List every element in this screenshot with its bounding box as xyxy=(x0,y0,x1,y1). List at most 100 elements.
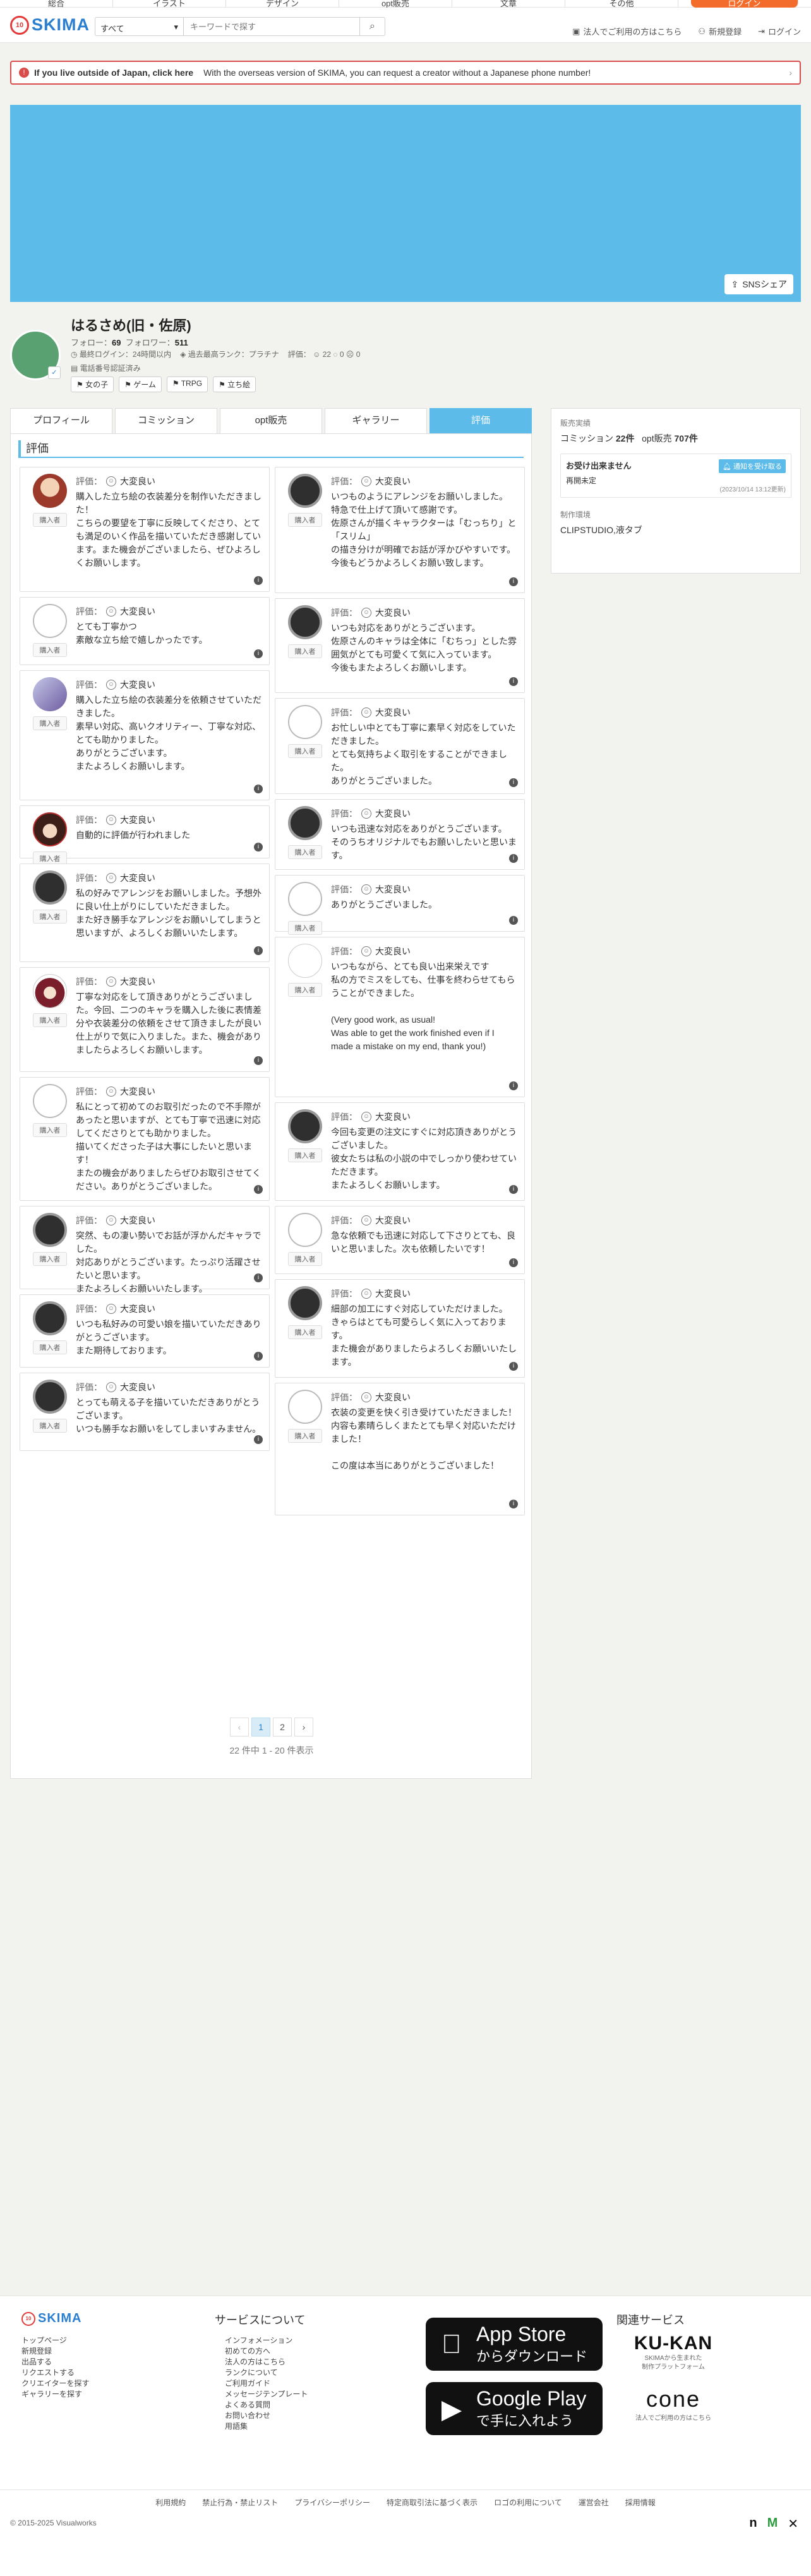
tab-reviews[interactable]: 評価 xyxy=(430,408,532,433)
info-icon[interactable]: i xyxy=(254,1056,263,1065)
search-input[interactable] xyxy=(184,18,359,35)
legal-link[interactable]: プライバシーポリシー xyxy=(294,2497,370,2508)
reviewer-avatar[interactable] xyxy=(33,1301,67,1335)
footer-link[interactable]: 出品する xyxy=(21,2357,90,2368)
nav-design[interactable]: デザイン xyxy=(226,0,339,8)
footer-link[interactable]: お問い合わせ xyxy=(225,2410,308,2421)
info-icon[interactable]: i xyxy=(254,649,263,658)
reviewer-avatar[interactable] xyxy=(288,705,322,739)
info-icon[interactable]: i xyxy=(509,778,518,787)
info-icon[interactable]: i xyxy=(509,577,518,586)
reviewer-avatar[interactable] xyxy=(33,1213,67,1247)
legal-link[interactable]: 採用情報 xyxy=(625,2497,656,2508)
register-link[interactable]: ⚇ 新規登録 xyxy=(698,25,742,37)
reviewer-avatar[interactable] xyxy=(33,474,67,508)
overseas-notice-banner[interactable]: ! If you live outside of Japan, click he… xyxy=(10,61,801,85)
pixiv-icon[interactable]: M xyxy=(767,2516,778,2532)
legal-link[interactable]: 運営会社 xyxy=(579,2497,609,2508)
tag[interactable]: ⚑ ゲーム xyxy=(119,376,162,392)
info-icon[interactable]: i xyxy=(509,916,518,925)
tab-profile[interactable]: プロフィール xyxy=(10,408,112,433)
app-store-button[interactable]:  App Storeからダウンロード xyxy=(426,2318,603,2371)
legal-link[interactable]: ロゴの利用について xyxy=(494,2497,562,2508)
footer-link[interactable]: ランクについて xyxy=(225,2368,308,2378)
corporate-link[interactable]: ▣ 法人でご利用の方はこちら xyxy=(572,25,682,37)
reviewer-avatar[interactable] xyxy=(33,812,67,846)
nav-illust[interactable]: イラスト xyxy=(113,0,226,8)
footer-link[interactable]: よくある質問 xyxy=(225,2400,308,2410)
reviewer-avatar[interactable] xyxy=(288,474,322,508)
follower-count[interactable]: 511 xyxy=(175,338,188,347)
info-icon[interactable]: i xyxy=(254,1435,263,1444)
search-button[interactable]: ⌕ xyxy=(359,18,385,35)
info-icon[interactable]: i xyxy=(509,1362,518,1371)
footer-link[interactable]: 用語集 xyxy=(225,2421,308,2432)
tab-commission[interactable]: コミッション xyxy=(115,408,217,433)
login-link[interactable]: ⇥ ログイン xyxy=(758,25,801,37)
ku-kan-link[interactable]: KU-KAN SKIMAから生まれた 制作プラットフォーム xyxy=(630,2333,716,2372)
info-icon[interactable]: i xyxy=(254,843,263,852)
info-icon[interactable]: i xyxy=(254,576,263,585)
footer-link[interactable]: クリエイターを探す xyxy=(21,2378,90,2389)
reviewer-avatar[interactable] xyxy=(33,604,67,638)
tag[interactable]: ⚑ 立ち絵 xyxy=(213,376,256,392)
info-icon[interactable]: i xyxy=(509,854,518,863)
sns-share-button[interactable]: ⇪ SNSシェア xyxy=(724,274,793,294)
tag[interactable]: ⚑ 女の子 xyxy=(71,376,114,392)
search-category-select[interactable]: すべて ▾ xyxy=(95,18,184,35)
reviewer-avatar[interactable] xyxy=(288,944,322,978)
reviewer-avatar[interactable] xyxy=(288,1109,322,1143)
tag[interactable]: ⚑ TRPG xyxy=(166,376,208,392)
footer-link[interactable]: ギャラリーを探す xyxy=(21,2389,90,2400)
info-icon[interactable]: i xyxy=(509,1185,518,1194)
footer-link[interactable]: ご利用ガイド xyxy=(225,2378,308,2389)
nav-writing[interactable]: 文章 xyxy=(452,0,565,8)
reviewer-avatar[interactable] xyxy=(288,1213,322,1247)
legal-link[interactable]: 特定商取引法に基づく表示 xyxy=(387,2497,478,2508)
follow-count[interactable]: 69 xyxy=(112,338,121,347)
info-icon[interactable]: i xyxy=(254,785,263,793)
nav-all[interactable]: 総合 xyxy=(0,0,113,8)
info-icon[interactable]: i xyxy=(509,1258,518,1267)
reviewer-avatar[interactable] xyxy=(288,605,322,639)
reviewer-avatar[interactable] xyxy=(288,1286,322,1320)
reviewer-avatar[interactable] xyxy=(288,882,322,916)
reviewer-avatar[interactable] xyxy=(33,1084,67,1118)
footer-link[interactable]: メッセージテンプレート xyxy=(225,2389,308,2400)
footer-link[interactable]: 法人の方はこちら xyxy=(225,2357,308,2368)
info-icon[interactable]: i xyxy=(509,677,518,686)
footer-link[interactable]: インフォメーション xyxy=(225,2335,308,2346)
legal-link[interactable]: 禁止行為・禁止リスト xyxy=(202,2497,278,2508)
skima-logo[interactable]: 10 SKIMA xyxy=(10,15,90,35)
tab-gallery[interactable]: ギャラリー xyxy=(325,408,427,433)
reviewer-avatar[interactable] xyxy=(288,806,322,840)
info-icon[interactable]: i xyxy=(254,1273,263,1282)
footer-logo[interactable]: 10 SKIMA xyxy=(21,2311,81,2326)
notify-button[interactable]: 🔔︎ 通知を受け取る xyxy=(718,459,786,473)
footer-link[interactable]: トップページ xyxy=(21,2335,90,2346)
google-play-button[interactable]: ▶ Google Play で手に入れよう xyxy=(426,2382,603,2435)
footer-link[interactable]: 新規登録 xyxy=(21,2346,90,2357)
info-icon[interactable]: i xyxy=(254,1352,263,1361)
info-icon[interactable]: i xyxy=(509,1081,518,1090)
info-icon[interactable]: i xyxy=(509,1500,518,1508)
page-1-button[interactable]: 1 xyxy=(251,1718,270,1736)
cone-link[interactable]: cone 法人でご利用の方はこちら xyxy=(630,2386,716,2422)
prev-page-button[interactable]: ‹ xyxy=(230,1718,249,1736)
tab-opt[interactable]: opt販売 xyxy=(220,408,322,433)
nav-other[interactable]: その他 xyxy=(565,0,678,8)
nav-opt[interactable]: opt販売 xyxy=(339,0,452,8)
nav-login-cta[interactable]: ログイン xyxy=(691,0,798,8)
legal-link[interactable]: 利用規約 xyxy=(155,2497,186,2508)
x-icon[interactable]: ✕ xyxy=(788,2516,798,2532)
reviewer-avatar[interactable] xyxy=(33,677,67,711)
note-icon[interactable]: n xyxy=(749,2516,757,2532)
page-2-button[interactable]: 2 xyxy=(273,1718,292,1736)
reviewer-avatar[interactable] xyxy=(33,870,67,905)
reviewer-avatar[interactable] xyxy=(33,974,67,1008)
next-page-button[interactable]: › xyxy=(294,1718,313,1736)
reviewer-avatar[interactable] xyxy=(33,1380,67,1414)
footer-link[interactable]: リクエストする xyxy=(21,2368,90,2378)
footer-link[interactable]: 初めての方へ xyxy=(225,2346,308,2357)
info-icon[interactable]: i xyxy=(254,946,263,955)
